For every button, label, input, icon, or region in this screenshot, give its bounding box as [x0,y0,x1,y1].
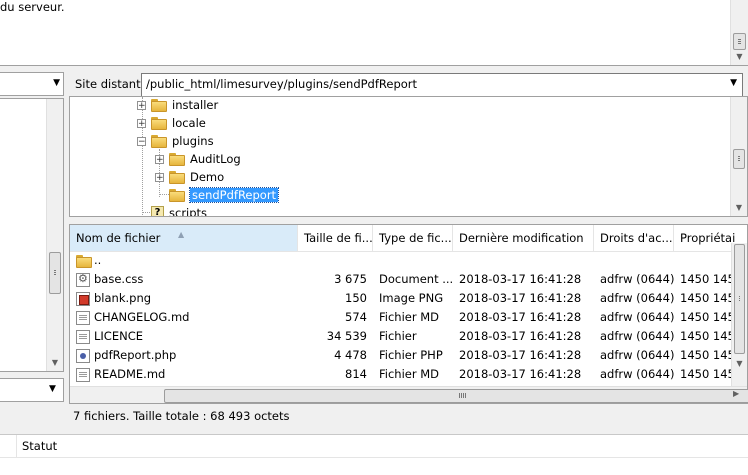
tree-item-label: scripts [169,206,208,217]
php-file-icon [76,349,90,363]
folder-icon [151,98,167,112]
tree-item-label: plugins [172,134,214,148]
file-icon [76,330,90,344]
folder-icon [76,255,92,269]
remote-tree-scroll-down-icon[interactable]: ▼ [731,199,747,216]
folder-icon [151,134,167,148]
col-size[interactable]: Taille de fi... [298,225,373,251]
folder-icon [169,188,185,202]
file-row[interactable]: base.css 3 675 Document ... 2018-03-17 1… [70,270,742,289]
tree-item-locale[interactable]: + locale [137,114,206,132]
transfer-queue[interactable]: Statut [0,434,748,475]
image-file-icon [76,292,90,306]
col-status[interactable]: Statut [22,439,57,453]
tree-item-label: sendPdfReport [188,187,280,203]
file-list-scrollbar[interactable]: ▼ [731,243,747,388]
log-scrollbar[interactable]: ▼ [730,0,748,65]
file-list-scroll-thumb[interactable] [734,244,745,354]
file-list-hscrollbar[interactable]: ▶ [70,386,748,403]
file-icon [76,311,90,325]
file-list-summary: 7 fichiers. Taille totale : 68 493 octet… [73,409,290,423]
col-type[interactable]: Type de fic... [373,225,453,251]
tree-item-installer[interactable]: + installer [137,97,219,114]
queue-header: Statut [0,435,748,458]
remote-path-text: /public_html/limesurvey/plugins/sendPdfR… [146,77,418,91]
col-permissions[interactable]: Droits d'ac... [594,225,674,251]
sort-ascending-icon: ▲ [178,230,185,239]
local-path-combo[interactable]: ▼ [0,72,64,96]
remote-tree[interactable]: + installer + locale − plugins + AuditLo… [69,96,748,217]
remote-tree-scroll-thumb[interactable] [733,149,745,169]
folder-icon [151,116,167,130]
col-name[interactable]: Nom de fichier ▲ [70,225,298,251]
tree-item-label: Demo [190,170,225,184]
remote-file-list[interactable]: Nom de fichier ▲ Taille de fi... Type de… [69,224,748,404]
chevron-down-icon[interactable]: ▼ [730,78,737,88]
remote-site-label: Site distant : [75,77,149,91]
file-row[interactable]: LICENCE 34 539 Fichier 2018-03-17 16:41:… [70,327,742,346]
log-scroll-down-icon[interactable]: ▼ [731,48,748,65]
expand-icon[interactable]: + [137,118,146,128]
folder-icon [169,170,185,184]
remote-tree-scrollbar[interactable]: ▼ [730,97,747,216]
col-modified[interactable]: Dernière modification [453,225,594,251]
file-row[interactable]: pdfReport.php 4 478 Fichier PHP 2018-03-… [70,346,742,365]
local-tree-scroll-down-icon[interactable]: ▼ [47,354,63,371]
tree-item-auditlog[interactable]: + AuditLog [155,150,241,168]
file-list-header: Nom de fichier ▲ Taille de fi... Type de… [70,225,747,252]
tree-item-sendpdfreport[interactable]: sendPdfReport [169,186,280,204]
chevron-down-icon[interactable]: ▼ [53,78,60,88]
expand-icon[interactable]: + [155,154,164,164]
expand-icon[interactable]: + [155,172,164,182]
tree-item-demo[interactable]: + Demo [155,168,224,186]
file-icon [76,368,90,382]
tree-item-scripts[interactable]: ? scripts [151,204,208,217]
file-row[interactable]: blank.png 150 Image PNG 2018-03-17 16:41… [70,289,742,308]
css-file-icon [76,272,90,287]
file-list-status: 7 fichiers. Taille totale : 68 493 octet… [69,405,748,427]
expand-icon[interactable]: + [137,100,146,110]
tree-item-label: AuditLog [190,152,241,166]
chevron-down-icon[interactable]: ▼ [49,384,56,394]
tree-item-label: installer [172,98,219,112]
log-line: du serveur. [0,0,65,14]
collapse-icon[interactable]: − [137,136,146,146]
remote-site-bar: Site distant : /public_html/limesurvey/p… [69,72,748,97]
local-tree-scrollbar[interactable]: ▼ [46,99,63,371]
local-tree[interactable]: ▼ [0,98,64,372]
file-list-scroll-down-icon[interactable]: ▼ [732,355,747,372]
message-log: du serveur. ▼ [0,0,748,66]
tree-item-label: locale [172,116,206,130]
remote-path-input[interactable]: /public_html/limesurvey/plugins/sendPdfR… [141,73,743,97]
scroll-right-icon[interactable]: ▶ [733,389,739,398]
file-row[interactable]: CHANGELOG.md 574 Fichier MD 2018-03-17 1… [70,308,742,327]
file-row-parent[interactable]: .. [70,251,732,270]
file-row[interactable]: README.md 814 Fichier MD 2018-03-17 16:4… [70,365,742,384]
hscroll-thumb[interactable] [164,389,748,403]
unknown-folder-icon: ? [151,206,164,216]
folder-icon [169,152,185,166]
local-list-fragment[interactable]: ▼ [0,378,64,402]
local-tree-scroll-thumb[interactable] [49,252,61,294]
tree-item-plugins[interactable]: − plugins [137,132,214,150]
